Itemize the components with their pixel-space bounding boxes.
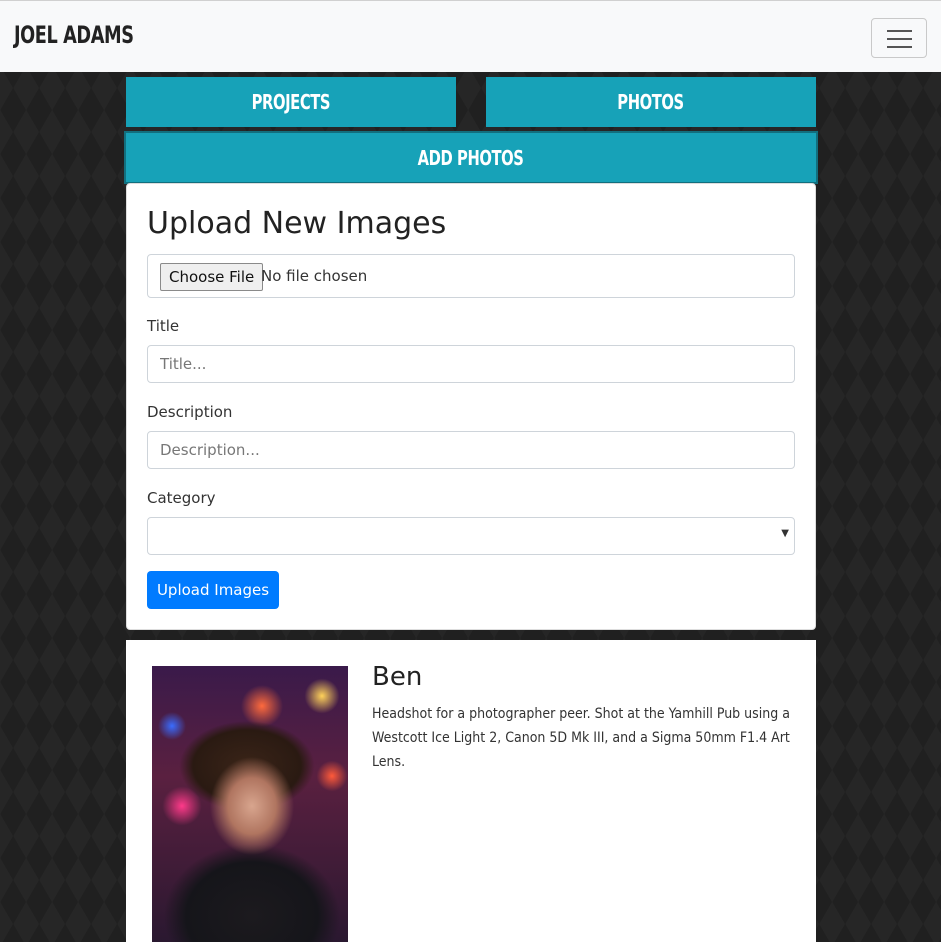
tab-projects[interactable]: PROJECTS <box>126 77 456 127</box>
choose-file-button[interactable]: Choose File <box>160 263 264 291</box>
tab-photos[interactable]: PHOTOS <box>486 77 816 127</box>
brand-logo[interactable]: JOEL ADAMS <box>14 21 134 49</box>
photo-title: Ben <box>372 662 423 692</box>
photo-card: Ben Headshot for a photographer peer. Sh… <box>126 640 816 942</box>
category-select[interactable]: ▼ <box>147 517 795 555</box>
photo-image[interactable] <box>152 666 348 942</box>
file-status-text: No file chosen <box>261 267 368 285</box>
navbar-toggle-button[interactable] <box>871 18 927 58</box>
title-input[interactable] <box>147 345 795 383</box>
chevron-down-icon: ▼ <box>781 528 789 539</box>
description-input[interactable] <box>147 431 795 469</box>
file-input[interactable]: Choose File No file chosen <box>147 254 795 298</box>
navbar: JOEL ADAMS <box>0 0 941 72</box>
category-label: Category <box>147 489 216 507</box>
upload-card: Upload New Images Choose File No file ch… <box>126 183 816 630</box>
photo-description: Headshot for a photographer peer. Shot a… <box>372 706 790 770</box>
upload-images-button[interactable]: Upload Images <box>147 571 279 609</box>
title-label: Title <box>147 317 180 335</box>
description-label: Description <box>147 403 233 421</box>
tab-add-photos[interactable]: ADD PHOTOS <box>124 131 818 184</box>
upload-heading: Upload New Images <box>147 206 447 241</box>
